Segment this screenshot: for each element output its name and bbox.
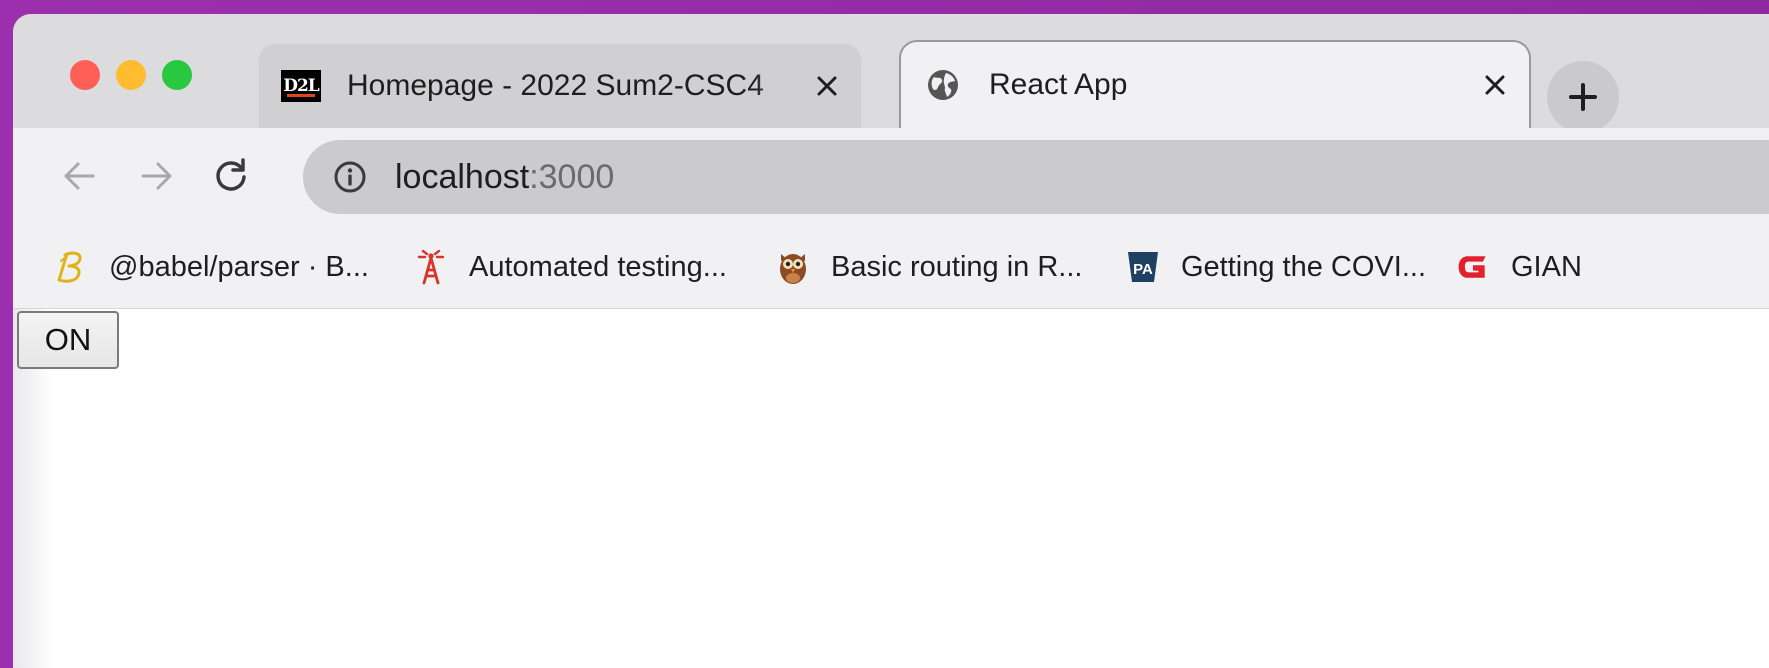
bookmark-basic-routing[interactable]: Basic routing in R... bbox=[775, 246, 1082, 288]
bookmark-automated-testing[interactable]: Automated testing... bbox=[413, 246, 727, 288]
giant-g-icon bbox=[1455, 248, 1491, 286]
owl-icon bbox=[775, 248, 811, 286]
svg-text:PA: PA bbox=[1133, 261, 1153, 278]
tab-title: React App bbox=[989, 68, 1128, 101]
d2l-logo: D2L bbox=[281, 70, 321, 102]
bookmark-getting-the-covid[interactable]: PA Getting the COVI... bbox=[1125, 246, 1426, 288]
bookmark-label: Automated testing... bbox=[469, 250, 727, 283]
url-port: :3000 bbox=[529, 158, 615, 196]
address-bar[interactable]: localhost:3000 bbox=[303, 140, 1769, 214]
pa-keystone-icon: PA bbox=[1125, 248, 1161, 286]
bookmarks-bar: @babel/parser · B... Automated testing..… bbox=[13, 224, 1769, 309]
page-content: ON bbox=[13, 309, 1769, 668]
url-text[interactable]: localhost:3000 bbox=[395, 158, 614, 197]
toggle-on-button[interactable]: ON bbox=[17, 311, 119, 369]
close-icon[interactable] bbox=[1477, 67, 1513, 103]
arrow-right-icon bbox=[141, 162, 172, 190]
close-icon[interactable] bbox=[809, 68, 845, 104]
globe-icon bbox=[923, 69, 963, 101]
new-tab-button[interactable] bbox=[1547, 61, 1619, 133]
url-host: localhost bbox=[395, 158, 530, 196]
arrow-left-icon bbox=[64, 162, 95, 190]
back-button[interactable] bbox=[57, 154, 101, 198]
bookmark-label: @babel/parser · B... bbox=[109, 250, 369, 283]
bookmark-babel-parser[interactable]: @babel/parser · B... bbox=[53, 246, 369, 288]
tab-homepage[interactable]: D2L Homepage - 2022 Sum2-CSC4 bbox=[259, 44, 861, 128]
window-controls bbox=[70, 60, 192, 90]
tab-strip: D2L Homepage - 2022 Sum2-CSC4 React App bbox=[13, 14, 1769, 133]
tab-title: Homepage - 2022 Sum2-CSC4 bbox=[347, 69, 764, 102]
minimize-window-button[interactable] bbox=[116, 60, 146, 90]
bookmark-giant[interactable]: GIAN bbox=[1455, 246, 1582, 288]
bookmark-label: GIAN bbox=[1511, 250, 1582, 283]
bookmark-label: Basic routing in R... bbox=[831, 250, 1083, 283]
tab-react-app[interactable]: React App bbox=[899, 40, 1531, 128]
info-icon[interactable] bbox=[333, 160, 367, 194]
tower-icon bbox=[413, 248, 449, 286]
toolbar: localhost:3000 bbox=[13, 128, 1769, 224]
bookmark-label: Getting the COVI... bbox=[1181, 250, 1426, 283]
browser-window: D2L Homepage - 2022 Sum2-CSC4 React App bbox=[13, 14, 1769, 668]
close-window-button[interactable] bbox=[70, 60, 100, 90]
reload-button[interactable] bbox=[209, 154, 253, 198]
d2l-favicon-icon: D2L bbox=[281, 70, 321, 102]
zoom-window-button[interactable] bbox=[162, 60, 192, 90]
reload-icon bbox=[216, 158, 246, 191]
plus-icon bbox=[1569, 83, 1597, 111]
forward-button[interactable] bbox=[135, 154, 179, 198]
babel-icon bbox=[53, 248, 89, 286]
